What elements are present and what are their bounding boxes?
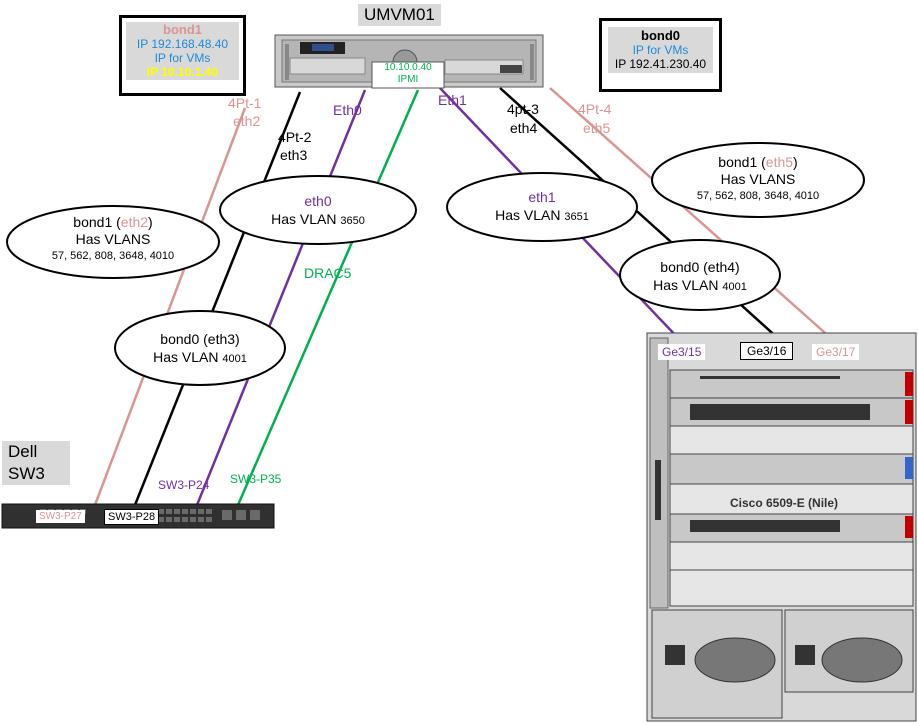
cable-4pt1-eth2	[93, 107, 247, 506]
bond1-right-close: )	[793, 154, 798, 170]
label-eth1-port: Eth1	[438, 92, 467, 108]
bond0-box-vm-label: IP for VMs	[632, 43, 689, 57]
eth0-vlan-text: Has VLAN	[271, 211, 341, 227]
drac-ipmi: IPMI	[397, 74, 419, 85]
bond0-left-name: bond0 (eth3)	[160, 331, 240, 347]
bond1-left-iface: eth2	[120, 214, 149, 230]
ellipse-bond1-left-text: bond1 (eth2) Has VLANS 57, 562, 808, 364…	[13, 214, 213, 265]
label-drac5: DRAC5	[304, 265, 352, 281]
ellipse-eth0-text: eth0 Has VLAN 3650	[230, 192, 406, 230]
server-title: UMVM01	[358, 4, 441, 26]
dell-name: Dell	[8, 442, 38, 461]
cable-4pt2-eth3	[133, 91, 302, 506]
bond1-right-vlans: 57, 562, 808, 3648, 4010	[696, 190, 820, 202]
bond1-box-title: bond1	[163, 22, 202, 37]
label-eth5: eth5	[583, 120, 611, 136]
bond1-right-iface: eth5	[765, 154, 794, 170]
label-4pt4: 4Pt-4	[578, 101, 612, 117]
cisco-model: Cisco 6509-E (Nile)	[730, 496, 839, 510]
dell-port-24: SW3-P24	[158, 478, 210, 492]
label-4pt3: 4pt-3	[507, 101, 539, 117]
label-eth2: eth2	[233, 113, 261, 129]
cisco-port-ge3-16: Ge3/16	[740, 342, 794, 360]
bond0-box: bond0 IP for VMs IP 192.41.230.40	[599, 18, 722, 92]
bond0-box-ip: IP 192.41.230.40	[614, 57, 707, 71]
bond1-box: bond1 IP 192.168.48.40 IP for VMs IP 10.…	[119, 15, 246, 96]
label-eth4: eth4	[510, 120, 538, 136]
dell-model: SW3	[8, 464, 45, 483]
ellipse-bond0-right-text: bond0 (eth4) Has VLAN 4001	[622, 258, 778, 296]
bond1-right-line2: Has VLANS	[720, 171, 796, 187]
bond0-left-vlan: 4001	[222, 353, 247, 365]
drac-ip-label: 10.10.0.40 IPMI	[372, 62, 444, 86]
cisco-chassis	[646, 332, 917, 722]
cable-drac5	[236, 89, 420, 506]
bond0-right-name: bond0 (eth4)	[660, 259, 740, 275]
bond1-box-vm-label: IP for VMs	[154, 51, 211, 65]
eth0-name: eth0	[304, 193, 332, 209]
label-eth0-port: Eth0	[333, 102, 362, 118]
cisco-port-ge3-15: Ge3/15	[658, 344, 706, 360]
bond0-right-vlan-text: Has VLAN	[653, 277, 723, 293]
bond1-left-name: bond1 (	[73, 214, 121, 230]
bond0-right-vlan: 4001	[722, 281, 747, 293]
ellipse-bond1-right-text: bond1 (eth5) Has VLANS 57, 562, 808, 364…	[658, 154, 858, 205]
label-eth3: eth3	[280, 147, 308, 163]
eth1-vlan: 3651	[564, 211, 589, 223]
ellipse-bond0-left-text: bond0 (eth3) Has VLAN 4001	[120, 330, 280, 368]
dell-port-27: SW3-P27	[36, 510, 85, 523]
bond1-box-ip2: IP 10.10.1.40	[146, 65, 219, 79]
bond0-left-vlan-text: Has VLAN	[153, 349, 223, 365]
bond1-box-ip: IP 192.168.48.40	[136, 37, 229, 51]
label-4pt1: 4Pt-1	[228, 95, 262, 111]
dell-sw3-label: Dell SW3	[2, 441, 70, 485]
dell-port-28: SW3-P28	[104, 509, 160, 525]
bond1-right-name: bond1 (	[718, 154, 766, 170]
bond0-box-title: bond0	[641, 28, 680, 43]
dell-port-35: SW3-P35	[230, 472, 282, 486]
bond1-left-line2: Has VLANS	[75, 231, 151, 247]
eth1-vlan-text: Has VLAN	[495, 207, 565, 223]
bond1-left-vlans: 57, 562, 808, 3648, 4010	[51, 250, 175, 262]
label-4pt2: 4Pt-2	[278, 129, 312, 145]
eth1-name: eth1	[528, 189, 556, 205]
eth0-vlan: 3650	[340, 215, 365, 227]
drac-ip: 10.10.0.40	[384, 62, 432, 73]
ellipse-eth1-text: eth1 Has VLAN 3651	[452, 188, 632, 226]
cisco-port-ge3-17: Ge3/17	[812, 344, 860, 360]
bond1-left-close: )	[148, 214, 153, 230]
